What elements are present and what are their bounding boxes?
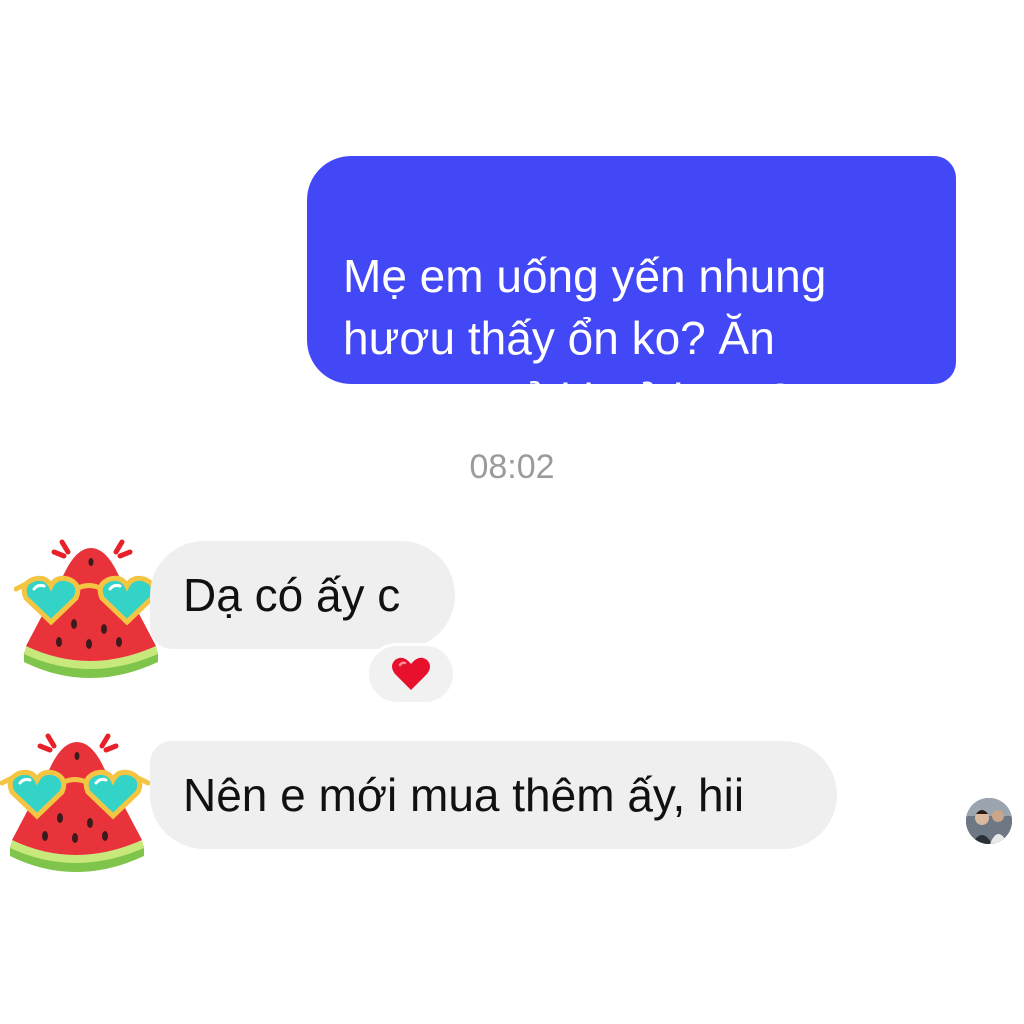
incoming-message-text: Dạ có ấy c: [183, 569, 401, 621]
seen-avatar[interactable]: [966, 798, 1012, 844]
incoming-message-bubble[interactable]: Nên e mới mua thêm ấy, hii: [150, 741, 837, 849]
reaction-badge[interactable]: [366, 643, 456, 705]
heart-icon: [392, 657, 430, 690]
watermelon-sunglasses-icon: [14, 539, 164, 678]
watermelon-sunglasses-icon: [0, 733, 150, 872]
outgoing-message-bubble[interactable]: Mẹ em uống yến nhung hươu thấy ổn ko? Ăn…: [307, 156, 956, 426]
message-timestamp: 08:02: [469, 448, 555, 486]
incoming-message-text: Nên e mới mua thêm ấy, hii: [183, 769, 745, 821]
outgoing-message-text: Mẹ em uống yến nhung hươu thấy ổn ko? Ăn…: [343, 250, 827, 426]
avatar-photo-icon: [966, 798, 1012, 844]
incoming-message-bubble[interactable]: Dạ có ấy c: [150, 541, 455, 649]
